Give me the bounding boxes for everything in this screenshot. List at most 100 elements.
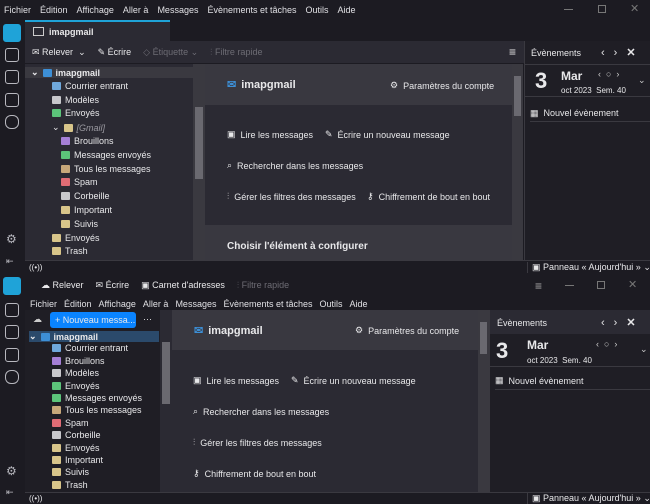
write-message-link[interactable]: ✎ Écrire un nouveau message [291, 375, 416, 386]
today-nav[interactable]: ‹›✕ [601, 46, 645, 59]
folder-item[interactable]: Suivis [61, 219, 98, 229]
folder-item[interactable]: Trash [52, 246, 88, 256]
app-menu-icon[interactable]: ≡ [509, 45, 516, 59]
folder-item[interactable]: Corbeille [61, 191, 110, 201]
online-status-icon[interactable]: ((•)) [29, 494, 42, 503]
today-pane-toggle[interactable]: ▣ Panneau « Aujourd'hui » ⌄ [527, 493, 650, 504]
e2e-encryption-link[interactable]: ⚷ Chiffrement de bout en bout [193, 468, 316, 479]
folder-item[interactable]: Tous les messages [52, 405, 142, 415]
menu-edition[interactable]: Édition [40, 5, 68, 15]
close-button[interactable]: ✕ [630, 2, 639, 15]
chevron-down-icon[interactable]: ⌄ [29, 331, 37, 342]
maximize-button[interactable] [598, 5, 606, 13]
expand-chevron-icon[interactable]: ⌄ [640, 344, 648, 355]
calendar-space-icon[interactable] [5, 325, 19, 339]
mail-space-icon[interactable] [3, 277, 21, 295]
write-button[interactable]: ✎ Écrire [98, 47, 132, 58]
message-filters-link[interactable]: ⫶ Gérer les filtres des messages [227, 191, 356, 202]
folder-item[interactable]: Envoyés [52, 108, 100, 118]
folder-item[interactable]: Suivis [52, 467, 89, 477]
close-button[interactable]: ✕ [628, 278, 637, 291]
quick-filter-button[interactable]: ⫶ Filtre rapide [237, 280, 289, 291]
folder-item[interactable]: Spam [61, 177, 98, 187]
folder-item[interactable]: Envoyés [52, 381, 100, 391]
get-messages-icon[interactable]: ☁ [33, 314, 42, 325]
menu-fichier[interactable]: Fichier [4, 5, 31, 15]
tag-button[interactable]: ◇ Étiquette ⌄ [143, 47, 198, 58]
collapse-spaces-icon[interactable]: ⇤ [6, 256, 14, 267]
menu-aide[interactable]: Aide [350, 299, 368, 309]
folder-item[interactable]: ⌄ [Gmail] [52, 122, 105, 133]
folder-item[interactable]: Courrier entrant [52, 81, 128, 91]
app-menu-icon[interactable]: ≡ [535, 279, 542, 293]
new-event-button[interactable]: ▦ Nouvel évènement [530, 105, 650, 122]
folder-item[interactable]: Important [52, 455, 103, 465]
menu-aller[interactable]: Aller à [123, 5, 149, 15]
menu-messages[interactable]: Messages [175, 299, 216, 309]
folder-item[interactable]: Brouillons [52, 356, 105, 366]
tab-imapgmail[interactable]: imapgmail [25, 20, 170, 41]
address-book-button[interactable]: ▣ Carnet d'adresses [141, 280, 225, 291]
search-messages-link[interactable]: ⌕ Rechercher dans les messages [227, 160, 363, 171]
new-event-button[interactable]: ▦ Nouvel évènement [495, 372, 650, 390]
write-message-link[interactable]: ✎ Écrire un nouveau message [325, 129, 450, 140]
folder-item[interactable]: Messages envoyés [52, 393, 142, 403]
tasks-space-icon[interactable] [5, 348, 19, 362]
mail-space-icon[interactable] [3, 24, 21, 42]
menu-edition[interactable]: Édition [64, 299, 92, 309]
menu-affichage[interactable]: Affichage [99, 299, 136, 309]
folder-item[interactable]: Trash [52, 480, 88, 490]
folder-scrollbar-2[interactable] [160, 310, 172, 492]
minimize-button[interactable] [564, 9, 573, 10]
folder-item[interactable]: Modèles [52, 368, 99, 378]
menu-aller[interactable]: Aller à [143, 299, 169, 309]
day-nav[interactable]: ‹○› [598, 69, 624, 79]
more-options-button[interactable]: ··· [143, 314, 152, 324]
account-settings-link[interactable]: ⚙ Paramètres du compte [355, 325, 459, 336]
folder-item[interactable]: Corbeille [52, 430, 101, 440]
message-filters-link[interactable]: ⫶ Gérer les filtres des messages [193, 437, 322, 448]
settings-icon[interactable]: ⚙ [6, 232, 17, 246]
today-nav[interactable]: ‹›✕ [601, 316, 645, 329]
chat-space-icon[interactable] [5, 370, 19, 384]
folder-item[interactable]: Brouillons [61, 136, 114, 146]
folder-item[interactable]: Spam [52, 418, 89, 428]
calendar-space-icon[interactable] [5, 70, 19, 84]
folder-item[interactable]: ⌄ imapgmail [29, 331, 159, 342]
menu-messages[interactable]: Messages [157, 5, 198, 15]
address-book-space-icon[interactable] [5, 48, 19, 62]
menu-affichage[interactable]: Affichage [77, 5, 114, 15]
read-messages-link[interactable]: ▣ Lire les messages [193, 375, 279, 386]
menu-fichier[interactable]: Fichier [30, 299, 57, 309]
day-nav[interactable]: ‹○› [596, 339, 622, 349]
content-scrollbar-2[interactable] [478, 310, 489, 492]
folder-item[interactable]: Tous les messages [61, 164, 151, 174]
menu-evenements[interactable]: Évènements et tâches [223, 299, 312, 309]
folder-scrollbar[interactable] [193, 64, 205, 260]
folder-item[interactable]: Envoyés [52, 233, 100, 243]
folder-item[interactable]: Envoyés [52, 443, 100, 453]
folder-item[interactable]: ⌄ imapgmail [25, 67, 193, 78]
new-message-button[interactable]: + Nouveau messa... [50, 312, 136, 328]
folder-item[interactable]: Modèles [52, 95, 99, 105]
chevron-down-icon[interactable]: ⌄ [52, 122, 60, 133]
folder-item[interactable]: Courrier entrant [52, 343, 128, 353]
address-book-space-icon[interactable] [5, 303, 19, 317]
today-pane-toggle[interactable]: ▣ Panneau « Aujourd'hui » ⌄ [527, 262, 650, 273]
menu-outils[interactable]: Outils [306, 5, 329, 15]
tasks-space-icon[interactable] [5, 93, 19, 107]
menu-evenements[interactable]: Évènements et tâches [207, 5, 296, 15]
folder-item[interactable]: Important [61, 205, 112, 215]
chevron-down-icon[interactable]: ⌄ [31, 67, 39, 78]
search-messages-link[interactable]: ⌕ Rechercher dans les messages [193, 406, 329, 417]
menu-aide[interactable]: Aide [338, 5, 356, 15]
minimize-button[interactable] [565, 285, 574, 286]
account-settings-link[interactable]: ⚙ Paramètres du compte [390, 80, 494, 91]
expand-chevron-icon[interactable]: ⌄ [638, 75, 646, 86]
settings-icon[interactable]: ⚙ [6, 464, 17, 478]
get-messages-button[interactable]: ✉ Relever ⌄ [32, 47, 86, 58]
chat-space-icon[interactable] [5, 115, 19, 129]
quick-filter-button[interactable]: ⫶ Filtre rapide [210, 47, 262, 58]
maximize-button[interactable] [597, 281, 605, 289]
folder-item[interactable]: Messages envoyés [61, 150, 151, 160]
